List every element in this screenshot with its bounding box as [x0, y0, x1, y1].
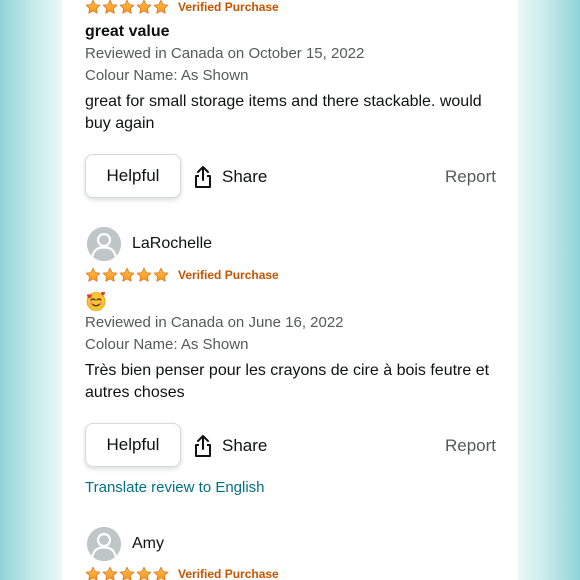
share-icon [193, 165, 213, 189]
star-icon [119, 267, 135, 283]
star-icon [153, 0, 169, 15]
reviewer-name[interactable]: Amy [132, 535, 164, 553]
star-icon [119, 0, 135, 15]
star-icon [85, 566, 101, 580]
reviewer-name[interactable]: LaRochelle [132, 235, 212, 253]
five-star-rating[interactable] [85, 0, 169, 15]
user-icon [87, 227, 121, 261]
verified-purchase-badge[interactable]: Verified Purchase [178, 268, 279, 282]
review-body: great for small storage items and there … [85, 93, 482, 132]
share-button[interactable]: Share [193, 434, 267, 458]
share-icon [193, 434, 213, 458]
rating-row: Verified Purchase [85, 266, 279, 284]
star-icon [85, 267, 101, 283]
reviews-page: Verified Purchase great value Reviewed i… [62, 0, 518, 580]
share-label: Share [222, 436, 268, 455]
review-title[interactable]: great value [85, 23, 169, 41]
star-icon [136, 267, 152, 283]
star-icon [136, 566, 152, 580]
verified-purchase-badge[interactable]: Verified Purchase [178, 567, 279, 580]
review-body: Très bien penser pour les crayons de cir… [85, 362, 490, 401]
star-icon [119, 566, 135, 580]
smiling-face-with-hearts-emoji[interactable] [85, 290, 107, 312]
variant-info: Colour Name: As Shown [85, 67, 249, 84]
star-icon [136, 0, 152, 15]
star-icon [102, 267, 118, 283]
review-date: Reviewed in Canada on June 16, 2022 [85, 314, 344, 331]
review-date: Reviewed in Canada on October 15, 2022 [85, 45, 365, 62]
variant-info: Colour Name: As Shown [85, 336, 249, 353]
share-button[interactable]: Share [193, 165, 267, 189]
user-icon [87, 527, 121, 561]
helpful-button[interactable]: Helpful [85, 423, 181, 467]
star-icon [153, 566, 169, 580]
rating-row: Verified Purchase [85, 0, 279, 16]
helpful-button[interactable]: Helpful [85, 154, 181, 198]
five-star-rating[interactable] [85, 267, 169, 283]
report-link[interactable]: Report [445, 167, 496, 187]
rating-row: Verified Purchase [85, 565, 279, 580]
star-icon [153, 267, 169, 283]
report-link[interactable]: Report [445, 436, 496, 456]
five-star-rating[interactable] [85, 566, 169, 580]
avatar[interactable] [87, 527, 121, 561]
avatar[interactable] [87, 227, 121, 261]
translate-review-link[interactable]: Translate review to English [85, 479, 265, 496]
star-icon [85, 0, 101, 15]
verified-purchase-badge[interactable]: Verified Purchase [178, 0, 279, 14]
share-label: Share [222, 167, 268, 186]
star-icon [102, 566, 118, 580]
star-icon [102, 0, 118, 15]
